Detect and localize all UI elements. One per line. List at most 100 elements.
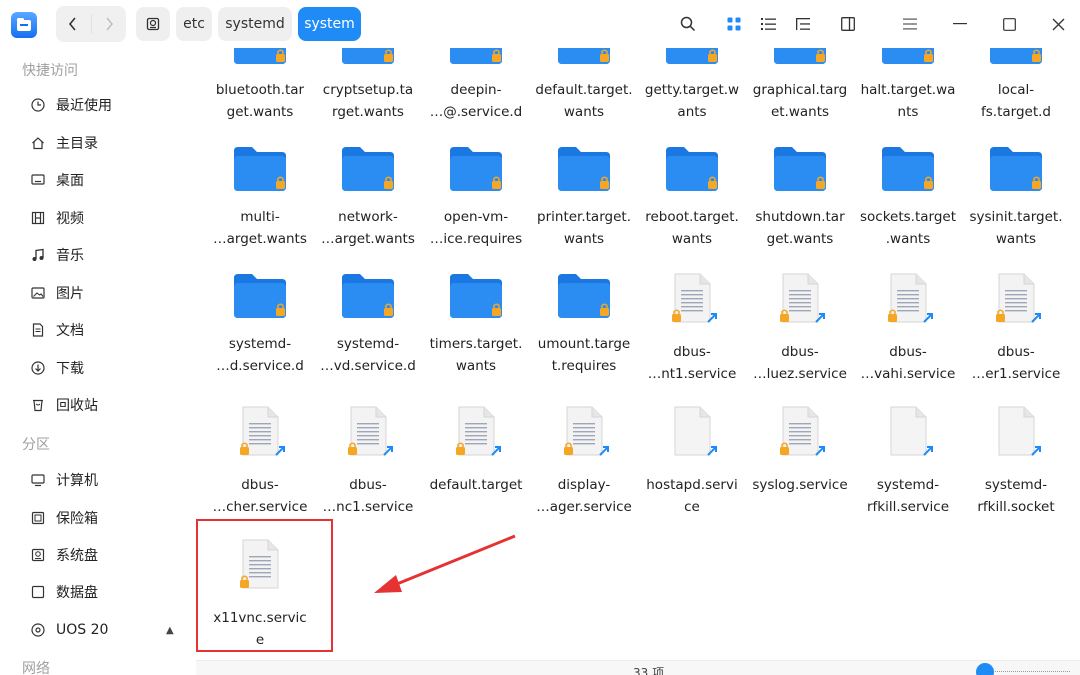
folder-icon	[556, 48, 612, 72]
file-item-dbus-luez-service[interactable]: dbus- …luez.service	[746, 270, 854, 400]
close-button[interactable]	[1046, 12, 1070, 36]
file-item-default-target-wants[interactable]: default.target. wants	[530, 48, 638, 146]
file-item-reboot-target-wants[interactable]: reboot.target. wants	[638, 143, 746, 273]
file-item-label: hostapd.servi ce	[646, 477, 738, 515]
sidebar-item-home[interactable]: 主目录	[30, 131, 190, 155]
file-item-label: dbus- …nt1.service	[647, 344, 737, 382]
file-item-systemd-vd-service-d[interactable]: systemd- …vd.service.d	[314, 270, 422, 400]
file-symlink-icon	[988, 403, 1044, 459]
file-item-label: deepin- …@.service.d	[429, 82, 523, 120]
file-item-label: graphical.targ et.wants	[752, 82, 848, 120]
tree-view-icon	[796, 18, 810, 30]
sidebar-item-vault[interactable]: 保险箱	[30, 506, 190, 530]
file-item-label: open-vm- …ice.requires	[429, 209, 523, 247]
zoom-slider-handle[interactable]	[976, 663, 994, 675]
file-item-dbus-nt1-service[interactable]: dbus- …nt1.service	[638, 270, 746, 400]
file-item-label: sockets.target .wants	[859, 209, 957, 247]
eject-icon[interactable]: ▲	[166, 625, 174, 636]
file-item-systemd-rfkill-service[interactable]: systemd- rfkill.service	[854, 403, 962, 533]
breadcrumb-drive[interactable]	[136, 7, 170, 41]
tree-view-button[interactable]	[791, 12, 815, 36]
sidebar-item-documents[interactable]: 文档	[30, 318, 190, 342]
search-button[interactable]	[676, 12, 700, 36]
file-item-network-arget-wants[interactable]: network- …arget.wants	[314, 143, 422, 273]
file-item-display-ager-service[interactable]: display- …ager.service	[530, 403, 638, 533]
folder-icon	[772, 48, 828, 72]
sidebar-item-system-disk[interactable]: 系统盘	[30, 543, 190, 567]
file-item-label: dbus- …cher.service	[212, 477, 308, 515]
folder-icon	[988, 48, 1044, 72]
file-item-label: bluetooth.tar get.wants	[215, 82, 305, 120]
folder-icon	[340, 48, 396, 72]
desktop-icon	[30, 172, 46, 188]
folder-icon	[232, 143, 288, 199]
locked-file-symlink-icon	[232, 403, 288, 459]
locked-file-symlink-icon	[340, 403, 396, 459]
file-item-dbus-vahi-service[interactable]: dbus- …vahi.service	[854, 270, 962, 400]
file-item-dbus-er1-service[interactable]: dbus- …er1.service	[962, 270, 1070, 400]
file-item-deepin-service-d[interactable]: deepin- …@.service.d	[422, 48, 530, 146]
breadcrumb-etc[interactable]: etc	[176, 7, 212, 41]
folder-icon	[664, 48, 720, 72]
file-item-sockets-target-wants[interactable]: sockets.target .wants	[854, 143, 962, 273]
file-item-umount-target-requires[interactable]: umount.targe t.requires	[530, 270, 638, 400]
main-menu-button[interactable]	[898, 12, 922, 36]
file-item-shutdown-target-wants[interactable]: shutdown.tar get.wants	[746, 143, 854, 273]
home-icon	[30, 135, 46, 151]
detail-panel-button[interactable]	[836, 12, 860, 36]
hamburger-menu-icon	[903, 18, 917, 30]
folder-icon	[988, 143, 1044, 199]
film-icon	[30, 210, 46, 226]
maximize-icon	[1002, 17, 1016, 31]
sidebar-item-music[interactable]: 音乐	[30, 243, 190, 267]
file-item-default-target[interactable]: default.target	[422, 403, 530, 533]
file-item-getty-target-wants[interactable]: getty.target.w ants	[638, 48, 746, 146]
file-item-sysinit-target-wants[interactable]: sysinit.target. wants	[962, 143, 1070, 273]
sidebar-item-videos[interactable]: 视频	[30, 206, 190, 230]
annotation-arrow-icon	[374, 534, 516, 593]
list-view-button[interactable]	[756, 12, 780, 36]
file-item-label: systemd- rfkill.service	[866, 477, 950, 515]
highlight-box	[196, 519, 333, 652]
sidebar-item-computer[interactable]: 计算机	[30, 468, 190, 492]
file-item-label: systemd- …vd.service.d	[320, 336, 416, 374]
forward-button[interactable]	[91, 6, 126, 42]
locked-file-symlink-icon	[448, 403, 504, 459]
sidebar-item-recent[interactable]: 最近使用	[30, 93, 190, 117]
file-item-systemd-rfkill-socket[interactable]: systemd- rfkill.socket	[962, 403, 1070, 533]
file-item-label: dbus- …er1.service	[971, 344, 1061, 382]
minimize-button[interactable]	[948, 12, 972, 36]
back-button[interactable]	[56, 6, 91, 42]
file-item-cryptsetup-target-wants[interactable]: cryptsetup.ta rget.wants	[314, 48, 422, 146]
file-item-halt-target-wants[interactable]: halt.target.wa nts	[854, 48, 962, 146]
file-item-syslog-service[interactable]: syslog.service	[746, 403, 854, 533]
sidebar-group-network: 网络	[22, 661, 50, 675]
sidebar-item-desktop[interactable]: 桌面	[30, 168, 190, 192]
file-item-multi-arget-wants[interactable]: multi- …arget.wants	[206, 143, 314, 273]
file-item-dbus-nc1-service[interactable]: dbus- …nc1.service	[314, 403, 422, 533]
music-note-icon	[30, 247, 46, 263]
maximize-button[interactable]	[997, 12, 1021, 36]
file-item-open-vm-ice-requires[interactable]: open-vm- …ice.requires	[422, 143, 530, 273]
file-item-systemd-d-service-d[interactable]: systemd- …d.service.d	[206, 270, 314, 400]
folder-icon	[448, 143, 504, 199]
file-item-label: dbus- …luez.service	[753, 344, 847, 382]
trash-icon	[30, 397, 46, 413]
file-item-local-fs-target-d[interactable]: local- fs.target.d	[962, 48, 1070, 146]
file-item-printer-target-wants[interactable]: printer.target. wants	[530, 143, 638, 273]
sidebar-item-pictures[interactable]: 图片	[30, 281, 190, 305]
breadcrumb-systemd[interactable]: systemd	[218, 7, 292, 41]
file-symlink-icon	[664, 403, 720, 459]
file-item-hostapd-service[interactable]: hostapd.servi ce	[638, 403, 746, 533]
file-item-label: network- …arget.wants	[321, 209, 415, 247]
file-item-dbus-cher-service[interactable]: dbus- …cher.service	[206, 403, 314, 533]
sidebar-item-uos20[interactable]: UOS 20 ▲	[30, 618, 190, 642]
file-item-graphical-target-wants[interactable]: graphical.targ et.wants	[746, 48, 854, 146]
file-item-bluetooth-target-wants[interactable]: bluetooth.tar get.wants	[206, 48, 314, 146]
sidebar-item-downloads[interactable]: 下载	[30, 356, 190, 380]
sidebar-item-trash[interactable]: 回收站	[30, 393, 190, 417]
icon-view-button[interactable]	[722, 12, 746, 36]
file-item-timers-target-wants[interactable]: timers.target. wants	[422, 270, 530, 400]
breadcrumb-system[interactable]: system	[298, 7, 361, 41]
sidebar-item-data-disk[interactable]: 数据盘	[30, 580, 190, 604]
